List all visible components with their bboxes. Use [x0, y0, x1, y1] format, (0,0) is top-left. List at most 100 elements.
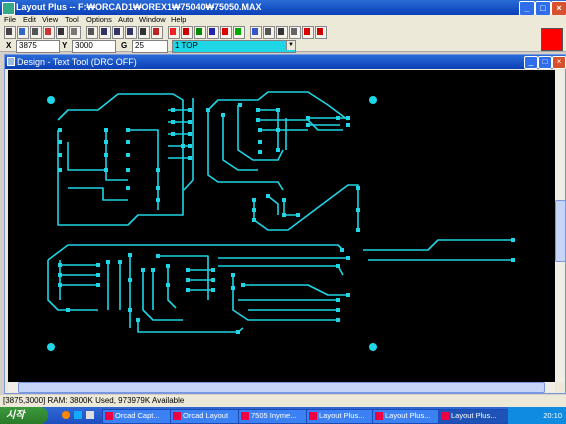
design-close-button[interactable]: × [552, 56, 566, 69]
pad [96, 263, 100, 267]
print-button[interactable] [30, 26, 42, 39]
trace [283, 200, 298, 216]
pad [188, 108, 192, 112]
stop-button[interactable] [302, 26, 314, 39]
drc-button[interactable] [207, 26, 219, 39]
pcb-canvas[interactable] [8, 70, 555, 382]
design-window-title-bar[interactable]: Design - Text Tool (DRC OFF) _ □ × [5, 55, 566, 69]
pad [282, 213, 286, 217]
reconnect-button[interactable] [276, 26, 288, 39]
trace [57, 93, 184, 226]
menu-window[interactable]: Window [139, 15, 166, 25]
grid-field[interactable]: 25 [132, 40, 168, 53]
pad [151, 268, 155, 272]
close-button[interactable]: × [551, 1, 566, 16]
query-icon [140, 28, 146, 35]
pad [336, 318, 340, 322]
minimize-button[interactable]: _ [519, 1, 535, 16]
horizontal-scroll-thumb[interactable] [18, 382, 545, 393]
pcb-board-drawing [47, 91, 515, 351]
layer-select[interactable]: 1 TOP ▼ [172, 40, 296, 53]
pad [282, 198, 286, 202]
help-button[interactable] [289, 26, 301, 39]
menu-file[interactable]: File [4, 15, 16, 25]
save-icon [19, 28, 25, 35]
clear-button[interactable] [315, 26, 327, 39]
mounting-hole [369, 343, 377, 351]
pad [221, 113, 225, 117]
trace [68, 187, 128, 201]
trace [258, 109, 343, 150]
menu-options[interactable]: Options [86, 15, 112, 25]
color-button[interactable] [220, 26, 232, 39]
app-icon [2, 2, 15, 15]
zoom-in-button[interactable] [99, 26, 111, 39]
pad [171, 108, 175, 112]
table-button[interactable] [86, 26, 98, 39]
pad-button[interactable] [168, 26, 180, 39]
taskbar-item-active[interactable]: Layout Plus... [438, 409, 516, 424]
pad [181, 144, 185, 148]
query-button[interactable] [138, 26, 150, 39]
pad [156, 254, 160, 258]
delete-button[interactable] [43, 26, 55, 39]
app-icon [173, 412, 181, 420]
start-button[interactable]: 시작 [0, 407, 48, 424]
pad [252, 218, 256, 222]
taskbar: 시작 Orcad Capt... Orcad Layout 7505 Inyme… [0, 407, 566, 424]
design-maximize-button[interactable]: □ [538, 56, 552, 69]
pad [231, 273, 235, 277]
design-minimize-button[interactable]: _ [524, 56, 538, 69]
horizontal-scrollbar[interactable] [8, 382, 555, 393]
component-button[interactable] [151, 26, 163, 39]
design-window-title: Design - Text Tool (DRC OFF) [17, 57, 137, 67]
component-icon [153, 28, 159, 35]
menu-edit[interactable]: Edit [23, 15, 36, 25]
pad [126, 168, 130, 172]
zoom-out-button[interactable] [112, 26, 124, 39]
x-label: X [6, 41, 12, 50]
quick-launch-icon[interactable] [86, 411, 94, 419]
save-button[interactable] [17, 26, 29, 39]
pad [211, 278, 215, 282]
chevron-down-icon[interactable]: ▼ [286, 41, 295, 50]
pad [166, 283, 170, 287]
vertical-scroll-thumb[interactable] [555, 200, 566, 262]
pad [356, 186, 360, 190]
open-button[interactable] [4, 26, 16, 39]
edit-button[interactable] [69, 26, 81, 39]
pad [66, 308, 70, 312]
menu-view[interactable]: View [42, 15, 58, 25]
table-icon [88, 28, 94, 35]
menu-auto[interactable]: Auto [118, 15, 133, 25]
layer-button[interactable] [233, 26, 245, 39]
menu-tool[interactable]: Tool [65, 15, 79, 25]
trace [253, 184, 359, 231]
find-button[interactable] [56, 26, 68, 39]
color-swatch[interactable] [541, 28, 563, 51]
y-coordinate-field[interactable]: 3000 [72, 40, 116, 53]
pad [252, 198, 256, 202]
trace [67, 142, 106, 171]
stop-icon [304, 28, 310, 35]
tool-button[interactable] [250, 26, 262, 39]
zoom-all-icon [127, 28, 133, 35]
app-icon [241, 412, 249, 420]
connection-button[interactable] [194, 26, 206, 39]
pad [104, 140, 108, 144]
pad [58, 273, 62, 277]
text-button[interactable] [181, 26, 193, 39]
app-title-bar[interactable]: Layout Plus -- F:₩ORCAD1₩OREX1₩75040₩750… [0, 0, 566, 16]
error-button[interactable] [263, 26, 275, 39]
menu-help[interactable]: Help [171, 15, 186, 25]
quick-launch-icon[interactable] [74, 411, 82, 419]
maximize-button[interactable]: □ [535, 1, 551, 16]
text-icon [183, 28, 189, 35]
zoom-all-button[interactable] [125, 26, 137, 39]
quick-launch-icon[interactable] [62, 411, 70, 419]
x-coordinate-field[interactable]: 3875 [16, 40, 60, 53]
pad [136, 318, 140, 322]
pad [58, 153, 62, 157]
pad [58, 283, 62, 287]
vertical-scrollbar[interactable] [555, 70, 566, 382]
